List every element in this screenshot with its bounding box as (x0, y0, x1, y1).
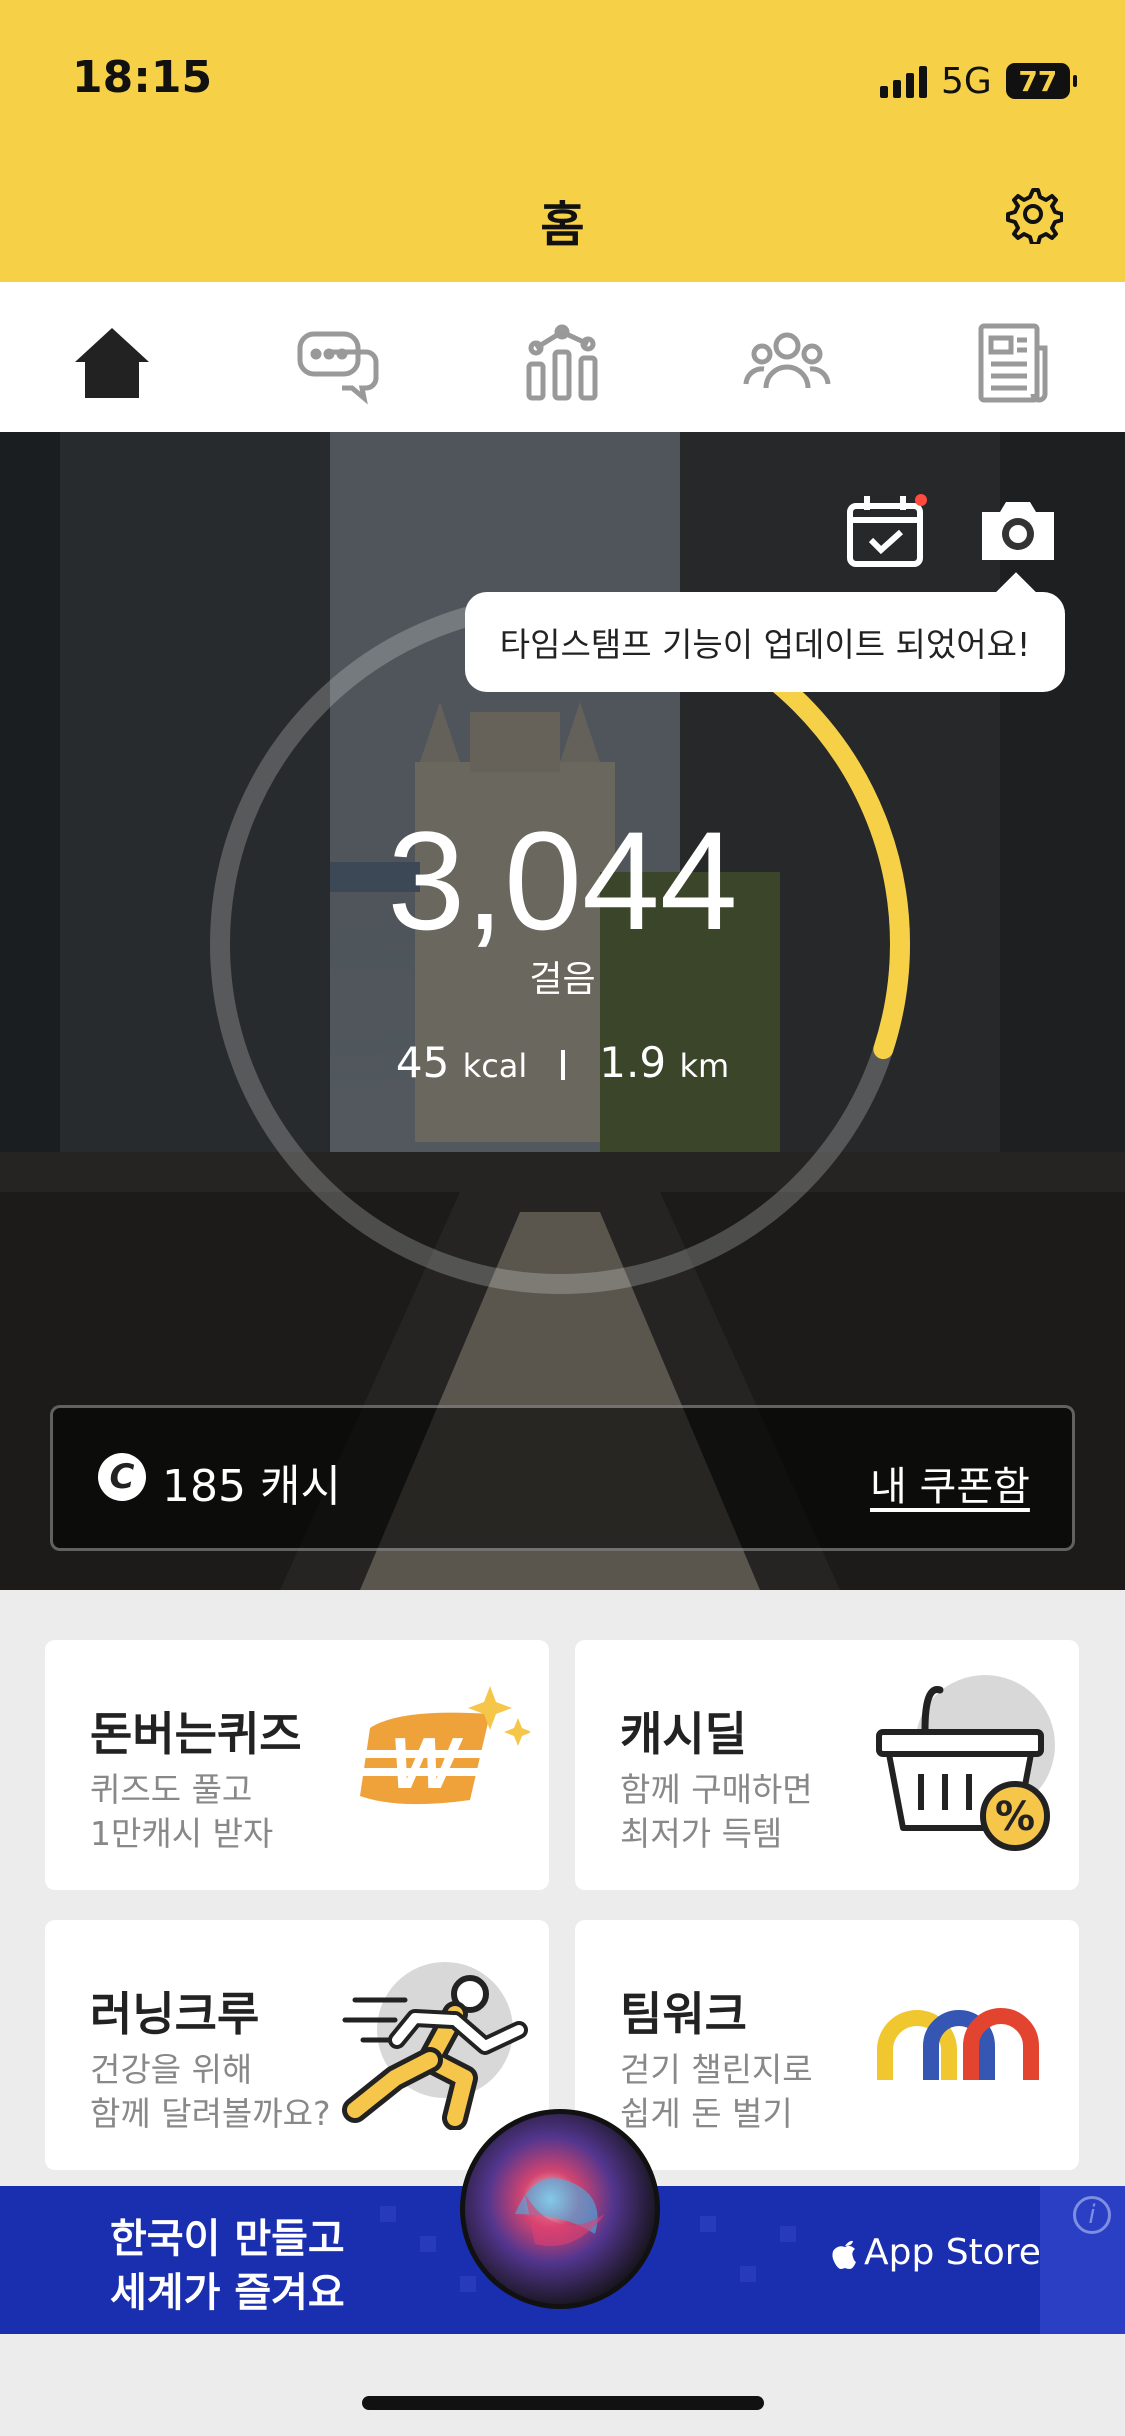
news-icon (978, 323, 1048, 403)
ad-info-icon[interactable]: i (1073, 2196, 1111, 2234)
gear-icon[interactable] (1003, 184, 1063, 244)
signal-icon (880, 64, 927, 98)
activity-stats: 45 kcal 1.9 km (0, 1038, 1125, 1087)
card-title: 캐시딜 (620, 1707, 747, 1761)
svg-text:%: % (995, 1794, 1035, 1840)
calendar-check-icon[interactable] (845, 492, 927, 570)
step-count-label: 걸음 (529, 959, 596, 1000)
kcal-unit: kcal (462, 1047, 528, 1085)
battery-icon: 77 (1005, 63, 1077, 99)
app-store-badge[interactable]: App Store (832, 2232, 1041, 2273)
chat-icon (297, 331, 379, 405)
camera-icon[interactable] (978, 496, 1058, 564)
card-subtitle: 퀴즈도 풀고 1만캐시 받자 (90, 1770, 274, 1853)
tab-news[interactable] (967, 318, 1057, 408)
cash-balance: 185 캐시 (162, 1461, 341, 1512)
card-cashdeal[interactable]: 캐시딜 함께 구매하면 최저가 득템 % (575, 1640, 1079, 1890)
kcal-value: 45 (395, 1038, 450, 1087)
home-icon (75, 328, 149, 398)
battery-level: 77 (1018, 64, 1058, 98)
stats-divider (561, 1050, 566, 1080)
card-title: 돈버는퀴즈 (90, 1707, 302, 1761)
card-subtitle: 건강을 위해 함께 달려볼까요? (90, 2050, 331, 2133)
home-indicator[interactable] (362, 2396, 764, 2410)
ad-headline-1: 한국이 만들고 (110, 2216, 345, 2262)
step-count: 3,044 (387, 802, 738, 959)
team-arches-icon (877, 2008, 1039, 2080)
siri-icon[interactable] (455, 2104, 665, 2314)
group-icon (743, 332, 831, 389)
notification-dot (915, 494, 927, 506)
network-type: 5G (941, 60, 992, 102)
cash-coin-icon: C (98, 1453, 146, 1501)
shopping-basket-icon: % (876, 1675, 1055, 1851)
status-time: 18:15 (72, 52, 213, 103)
card-title: 러닝크루 (90, 1987, 260, 2041)
app-store-label: App Store (864, 2232, 1041, 2273)
card-subtitle: 함께 구매하면 최저가 득템 (620, 1770, 813, 1853)
tab-stats[interactable] (517, 318, 607, 408)
page-title: 홈 (540, 197, 585, 253)
update-tooltip[interactable]: 타임스탬프 기능이 업데이트 되었어요! (465, 592, 1065, 692)
distance-unit: km (679, 1047, 730, 1085)
svg-text:W: W (390, 1724, 464, 1804)
card-quiz[interactable]: 돈버는퀴즈 퀴즈도 풀고 1만캐시 받자 W (45, 1640, 549, 1890)
tab-group[interactable] (742, 318, 832, 408)
tooltip-text: 타임스탬프 기능이 업데이트 되었어요! (499, 625, 1031, 664)
card-title: 팀워크 (620, 1987, 747, 2041)
distance-value: 1.9 (599, 1038, 667, 1087)
ad-headline-2: 세계가 즐겨요 (110, 2270, 345, 2316)
tab-chat[interactable] (292, 318, 382, 408)
my-coupons-link[interactable]: 내 쿠폰함 (870, 1454, 1030, 1512)
apple-icon (832, 2240, 856, 2269)
tab-home[interactable] (67, 318, 157, 408)
won-coin-icon: W (356, 1686, 530, 1805)
status-indicators: 5G 77 (880, 58, 1077, 104)
stats-icon (526, 324, 598, 401)
